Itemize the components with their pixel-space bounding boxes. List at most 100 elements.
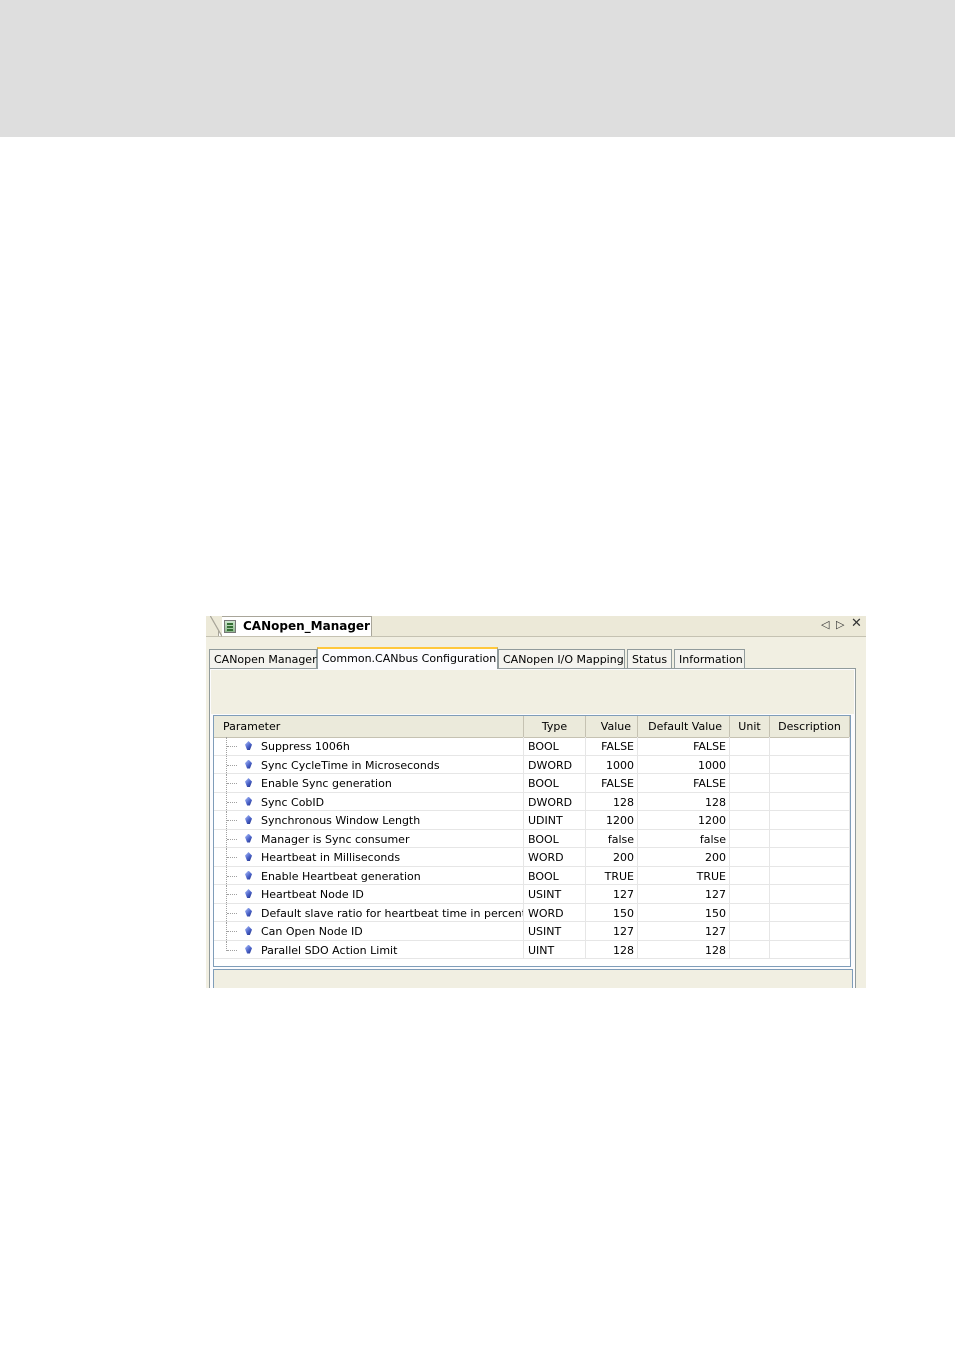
- table-row[interactable]: Default slave ratio for heartbeat time i…: [214, 903, 850, 922]
- cell-unit: [730, 940, 770, 958]
- panel-toolbar-area: [211, 670, 854, 714]
- cell-value[interactable]: FALSE: [586, 737, 638, 755]
- cell-default-value: 150: [638, 903, 730, 921]
- cell-description: [770, 922, 850, 940]
- tab-canopen-io-mapping[interactable]: CANopen I/O Mapping: [498, 649, 625, 668]
- cell-default-value: 1200: [638, 811, 730, 829]
- cell-description: [770, 829, 850, 847]
- table-row[interactable]: Heartbeat Node ID USINT 127 127: [214, 885, 850, 904]
- cell-default-value: 128: [638, 940, 730, 958]
- column-header-description[interactable]: Description: [770, 716, 850, 737]
- cell-parameter: Default slave ratio for heartbeat time i…: [214, 903, 524, 921]
- scroll-right-icon[interactable]: ▷: [836, 618, 844, 631]
- cell-parameter: Enable Heartbeat generation: [214, 866, 524, 884]
- cell-value[interactable]: 127: [586, 922, 638, 940]
- cell-description: [770, 774, 850, 792]
- parameter-table: Parameter Type Value Default Value Unit …: [213, 715, 851, 967]
- document-tab-title: CANopen_Manager: [243, 619, 370, 633]
- cell-parameter: Can Open Node ID: [214, 922, 524, 940]
- cell-description: [770, 811, 850, 829]
- cell-parameter: Sync CycleTime in Microseconds: [214, 755, 524, 773]
- cell-value[interactable]: 1000: [586, 755, 638, 773]
- column-header-unit[interactable]: Unit: [730, 716, 770, 737]
- cell-unit: [730, 792, 770, 810]
- cell-type: BOOL: [524, 866, 586, 884]
- document-tab[interactable]: CANopen_Manager: [210, 616, 372, 637]
- tab-canopen-manager[interactable]: CANopen Manager: [209, 649, 317, 668]
- cell-unit: [730, 829, 770, 847]
- cell-default-value: FALSE: [638, 774, 730, 792]
- cell-description: [770, 737, 850, 755]
- table-row[interactable]: Manager is Sync consumer BOOL false false: [214, 829, 850, 848]
- cell-default-value: FALSE: [638, 737, 730, 755]
- cell-value[interactable]: 150: [586, 903, 638, 921]
- table-row[interactable]: Can Open Node ID USINT 127 127: [214, 922, 850, 941]
- cell-value[interactable]: 128: [586, 792, 638, 810]
- table-row[interactable]: Sync CycleTime in Microseconds DWORD 1000 1…: [214, 755, 850, 774]
- column-header-default-value[interactable]: Default Value: [638, 716, 730, 737]
- cell-unit: [730, 885, 770, 903]
- table-row[interactable]: Sync CobID DWORD 128 128: [214, 792, 850, 811]
- cell-default-value: 127: [638, 922, 730, 940]
- cell-type: BOOL: [524, 774, 586, 792]
- cell-description: [770, 940, 850, 958]
- cell-parameter: Synchronous Window Length: [214, 811, 524, 829]
- cell-parameter: Enable Sync generation: [214, 774, 524, 792]
- table-row[interactable]: Synchronous Window Length UDINT 1200 1200: [214, 811, 850, 830]
- bottom-pane: [213, 969, 853, 988]
- table-row[interactable]: Parallel SDO Action Limit UINT 128 128: [214, 940, 850, 959]
- cell-description: [770, 848, 850, 866]
- cell-unit: [730, 811, 770, 829]
- close-icon[interactable]: ✕: [851, 616, 862, 631]
- cell-parameter: Parallel SDO Action Limit: [214, 940, 524, 958]
- cell-default-value: 1000: [638, 755, 730, 773]
- column-header-value[interactable]: Value: [586, 716, 638, 737]
- cell-default-value: 128: [638, 792, 730, 810]
- cell-unit: [730, 903, 770, 921]
- page-header-band: [0, 0, 955, 137]
- cell-type: UDINT: [524, 811, 586, 829]
- cell-type: UINT: [524, 940, 586, 958]
- cell-default-value: false: [638, 829, 730, 847]
- cell-type: DWORD: [524, 755, 586, 773]
- cell-type: WORD: [524, 848, 586, 866]
- cell-description: [770, 755, 850, 773]
- cell-parameter: Sync CobID: [214, 792, 524, 810]
- cell-value[interactable]: TRUE: [586, 866, 638, 884]
- table-row[interactable]: Enable Sync generation BOOL FALSE FALSE: [214, 774, 850, 793]
- cell-value[interactable]: false: [586, 829, 638, 847]
- column-header-parameter[interactable]: Parameter: [214, 716, 524, 737]
- table-row[interactable]: Heartbeat in Milliseconds WORD 200 200: [214, 848, 850, 867]
- scroll-left-icon[interactable]: ◁: [821, 618, 829, 631]
- cell-value[interactable]: 1200: [586, 811, 638, 829]
- cell-parameter: Heartbeat in Milliseconds: [214, 848, 524, 866]
- cell-unit: [730, 866, 770, 884]
- cell-type: DWORD: [524, 792, 586, 810]
- cell-unit: [730, 755, 770, 773]
- cell-unit: [730, 922, 770, 940]
- cell-default-value: TRUE: [638, 866, 730, 884]
- cell-value[interactable]: 127: [586, 885, 638, 903]
- cell-unit: [730, 848, 770, 866]
- cell-value[interactable]: FALSE: [586, 774, 638, 792]
- canopen-manager-editor: CANopen_Manager ◁ ▷ ✕ CANopen Manager Co…: [206, 616, 866, 988]
- configuration-panel: Parameter Type Value Default Value Unit …: [209, 668, 856, 988]
- cell-type: BOOL: [524, 829, 586, 847]
- tab-status[interactable]: Status: [627, 649, 672, 668]
- cell-parameter: Suppress 1006h: [214, 737, 524, 755]
- column-header-type[interactable]: Type: [524, 716, 586, 737]
- table-row[interactable]: Enable Heartbeat generation BOOL TRUE TRUE: [214, 866, 850, 885]
- cell-parameter: Manager is Sync consumer: [214, 829, 524, 847]
- tab-common-canbus-configuration[interactable]: Common.CANbus Configuration: [317, 647, 498, 669]
- tab-information[interactable]: Information: [674, 649, 745, 668]
- cell-value[interactable]: 200: [586, 848, 638, 866]
- document-tab-strip: CANopen_Manager ◁ ▷ ✕: [206, 616, 866, 637]
- table-header: Parameter Type Value Default Value Unit …: [214, 716, 850, 738]
- cell-value[interactable]: 128: [586, 940, 638, 958]
- cell-default-value: 200: [638, 848, 730, 866]
- table-row[interactable]: Suppress 1006h BOOL FALSE FALSE: [214, 737, 850, 756]
- cell-type: USINT: [524, 885, 586, 903]
- cell-default-value: 127: [638, 885, 730, 903]
- device-icon: [224, 620, 236, 633]
- cell-unit: [730, 774, 770, 792]
